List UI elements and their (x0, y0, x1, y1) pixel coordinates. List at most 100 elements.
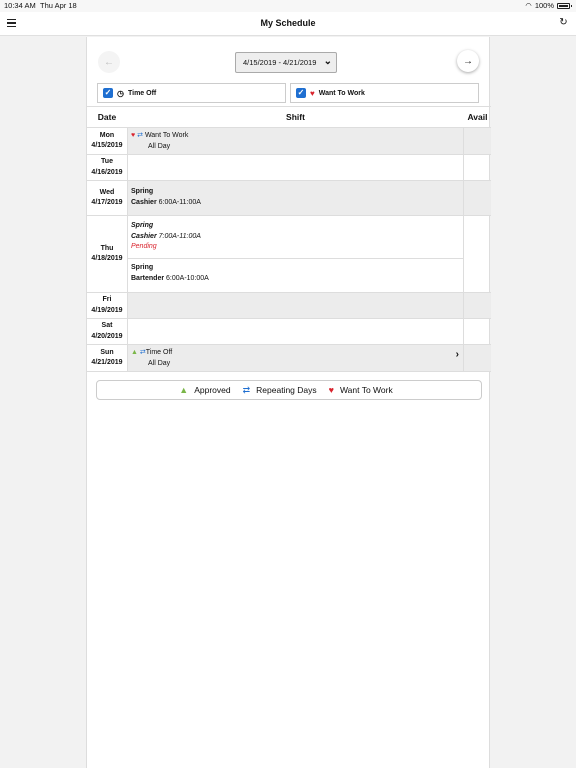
date-label: 4/18/2019 (91, 255, 123, 262)
schedule-row-fri[interactable]: Fri 4/19/2019 (87, 293, 491, 319)
day-label: Sat (101, 322, 113, 329)
shift-cell (128, 319, 464, 344)
heart-icon: ♥ (328, 385, 334, 395)
status-bar: 10:34 AM Thu Apr 18 ◠ 100% (0, 0, 576, 12)
date-label: 4/17/2019 (91, 199, 123, 206)
shift-cell: Spring Cashier 6:00A-11:00A (128, 181, 464, 215)
entry-type: Time Off (145, 349, 173, 356)
column-header-shift: Shift (286, 112, 305, 122)
date-label: 4/15/2019 (91, 142, 123, 149)
legend-item-repeating: ⇄ Repeating Days (243, 385, 317, 396)
chevron-down-icon: ⌄ (323, 56, 332, 67)
schedule-panel: ← 4/15/2019 - 4/21/2019 ⌄ → ✓ ◷ Time Off… (86, 37, 491, 768)
day-label: Sun (100, 348, 114, 356)
wifi-icon: ◠ (525, 1, 532, 10)
refresh-icon[interactable]: ↻ (558, 17, 569, 28)
shift-time: 6:00A-11:00A (158, 198, 201, 206)
date-cell: Fri 4/19/2019 (87, 293, 128, 318)
schedule-row-mon[interactable]: Mon 4/15/2019 ♥ ⇄ Want To Work All Day (87, 128, 491, 155)
want-to-work-filter[interactable]: ✓ ♥ Want To Work (290, 83, 479, 103)
shift-role: Cashier (131, 198, 157, 206)
shift-cell (128, 293, 464, 318)
chevron-right-icon[interactable]: › (456, 349, 459, 360)
schedule-row-wed[interactable]: Wed 4/17/2019 Spring Cashier 6:00A-11:00… (87, 181, 491, 216)
legend-item-approved: ▲ Approved (179, 385, 230, 395)
shift-location: Spring (131, 264, 154, 271)
day-label: Thu (100, 244, 114, 252)
pending-status: Pending (131, 243, 157, 250)
shift-location: Spring (131, 188, 154, 195)
avail-cell (464, 345, 491, 371)
date-label: 4/19/2019 (91, 306, 123, 314)
arrow-right-icon: → (463, 55, 473, 67)
entry-detail: All Day (148, 359, 171, 367)
date-cell: Tue 4/16/2019 (87, 155, 128, 180)
thumbs-up-icon: ▲ (131, 349, 138, 356)
shift-entry[interactable]: Spring Bartender 6:00A-10:00A (131, 263, 209, 284)
time-off-entry[interactable]: ▲ ⇄Time Off All Day (131, 348, 172, 369)
date-label: 4/16/2019 (91, 168, 123, 176)
date-range-label: 4/15/2019 - 4/21/2019 (243, 58, 317, 67)
date-cell: Mon 4/15/2019 (87, 128, 128, 154)
repeat-icon: ⇄ (137, 132, 143, 139)
day-label: Wed (99, 188, 115, 196)
date-label: 4/20/2019 (91, 332, 123, 340)
shift-cell: ♥ ⇄ Want To Work All Day (128, 128, 464, 154)
avail-cell (464, 155, 491, 180)
schedule-row-sun[interactable]: Sun 4/21/2019 ▲ ⇄Time Off All Day › (87, 345, 491, 372)
schedule-row-tue[interactable]: Tue 4/16/2019 (87, 155, 491, 181)
day-label: Tue (101, 158, 113, 165)
battery-percent: 100% (534, 1, 554, 10)
avail-cell (464, 216, 491, 292)
battery-icon (557, 2, 572, 9)
want-to-work-filter-label: Want To Work (318, 89, 365, 97)
status-time: 10:34 AM (4, 1, 36, 10)
avail-cell (464, 181, 491, 215)
checkbox-checked-icon[interactable]: ✓ (296, 88, 306, 98)
shift-cell (128, 155, 464, 180)
legend-label: Approved (194, 385, 231, 395)
next-week-button[interactable]: → (457, 50, 479, 72)
date-cell: Thu 4/18/2019 (87, 216, 128, 292)
repeat-icon: ⇄ (242, 384, 251, 395)
legend-label: Want To Work (339, 385, 393, 395)
legend: ▲ Approved ⇄ Repeating Days ♥ Want To Wo… (96, 380, 482, 400)
entry-type: Want To Work (144, 132, 189, 139)
shift-time: 6:00A-10:00A (166, 274, 209, 282)
previous-week-button[interactable]: ← (98, 51, 120, 73)
day-label: Mon (99, 131, 115, 139)
shift-role: Cashier (131, 232, 157, 240)
shift-role: Bartender (131, 274, 165, 282)
shift-location: Spring (131, 222, 154, 229)
want-to-work-entry[interactable]: ♥ ⇄ Want To Work All Day (131, 131, 188, 152)
entry-detail: All Day (148, 142, 171, 150)
shift-cell: ▲ ⇄Time Off All Day › (128, 345, 464, 371)
checkbox-checked-icon[interactable]: ✓ (103, 88, 113, 98)
date-cell: Sun 4/21/2019 (87, 345, 128, 371)
status-date: Thu Apr 18 (40, 1, 77, 10)
date-label: 4/21/2019 (91, 359, 123, 366)
shift-entry[interactable]: Spring Cashier 6:00A-11:00A (131, 187, 201, 208)
date-range-selector[interactable]: 4/15/2019 - 4/21/2019 ⌄ (235, 52, 337, 73)
heart-icon: ♥ (310, 88, 315, 98)
clock-icon: ◷ (117, 88, 124, 98)
avail-cell (464, 128, 491, 154)
thumbs-up-icon: ▲ (179, 385, 189, 395)
avail-cell (464, 293, 491, 318)
legend-label: Repeating Days (256, 385, 317, 395)
shift-cell: Spring Cashier 7:00A-11:00A Pending Spri… (128, 216, 464, 292)
date-cell: Wed 4/17/2019 (87, 181, 128, 215)
status-right: ◠ 100% (525, 1, 572, 10)
time-off-filter[interactable]: ✓ ◷ Time Off (97, 83, 286, 103)
schedule-row-sat[interactable]: Sat 4/20/2019 (87, 319, 491, 345)
schedule-row-thu[interactable]: Thu 4/18/2019 Spring Cashier 7:00A-11:00… (87, 216, 491, 293)
shift-time: 7:00A-11:00A (158, 232, 201, 240)
column-header-date: Date (97, 112, 117, 122)
heart-icon: ♥ (131, 132, 136, 139)
shift-entry-pending[interactable]: Spring Cashier 7:00A-11:00A Pending (131, 221, 201, 253)
avail-cell (464, 319, 491, 344)
day-label: Fri (102, 296, 112, 303)
column-header-avail: Avail (467, 112, 488, 122)
entry-divider (128, 258, 463, 259)
page-title: My Schedule (260, 18, 316, 28)
